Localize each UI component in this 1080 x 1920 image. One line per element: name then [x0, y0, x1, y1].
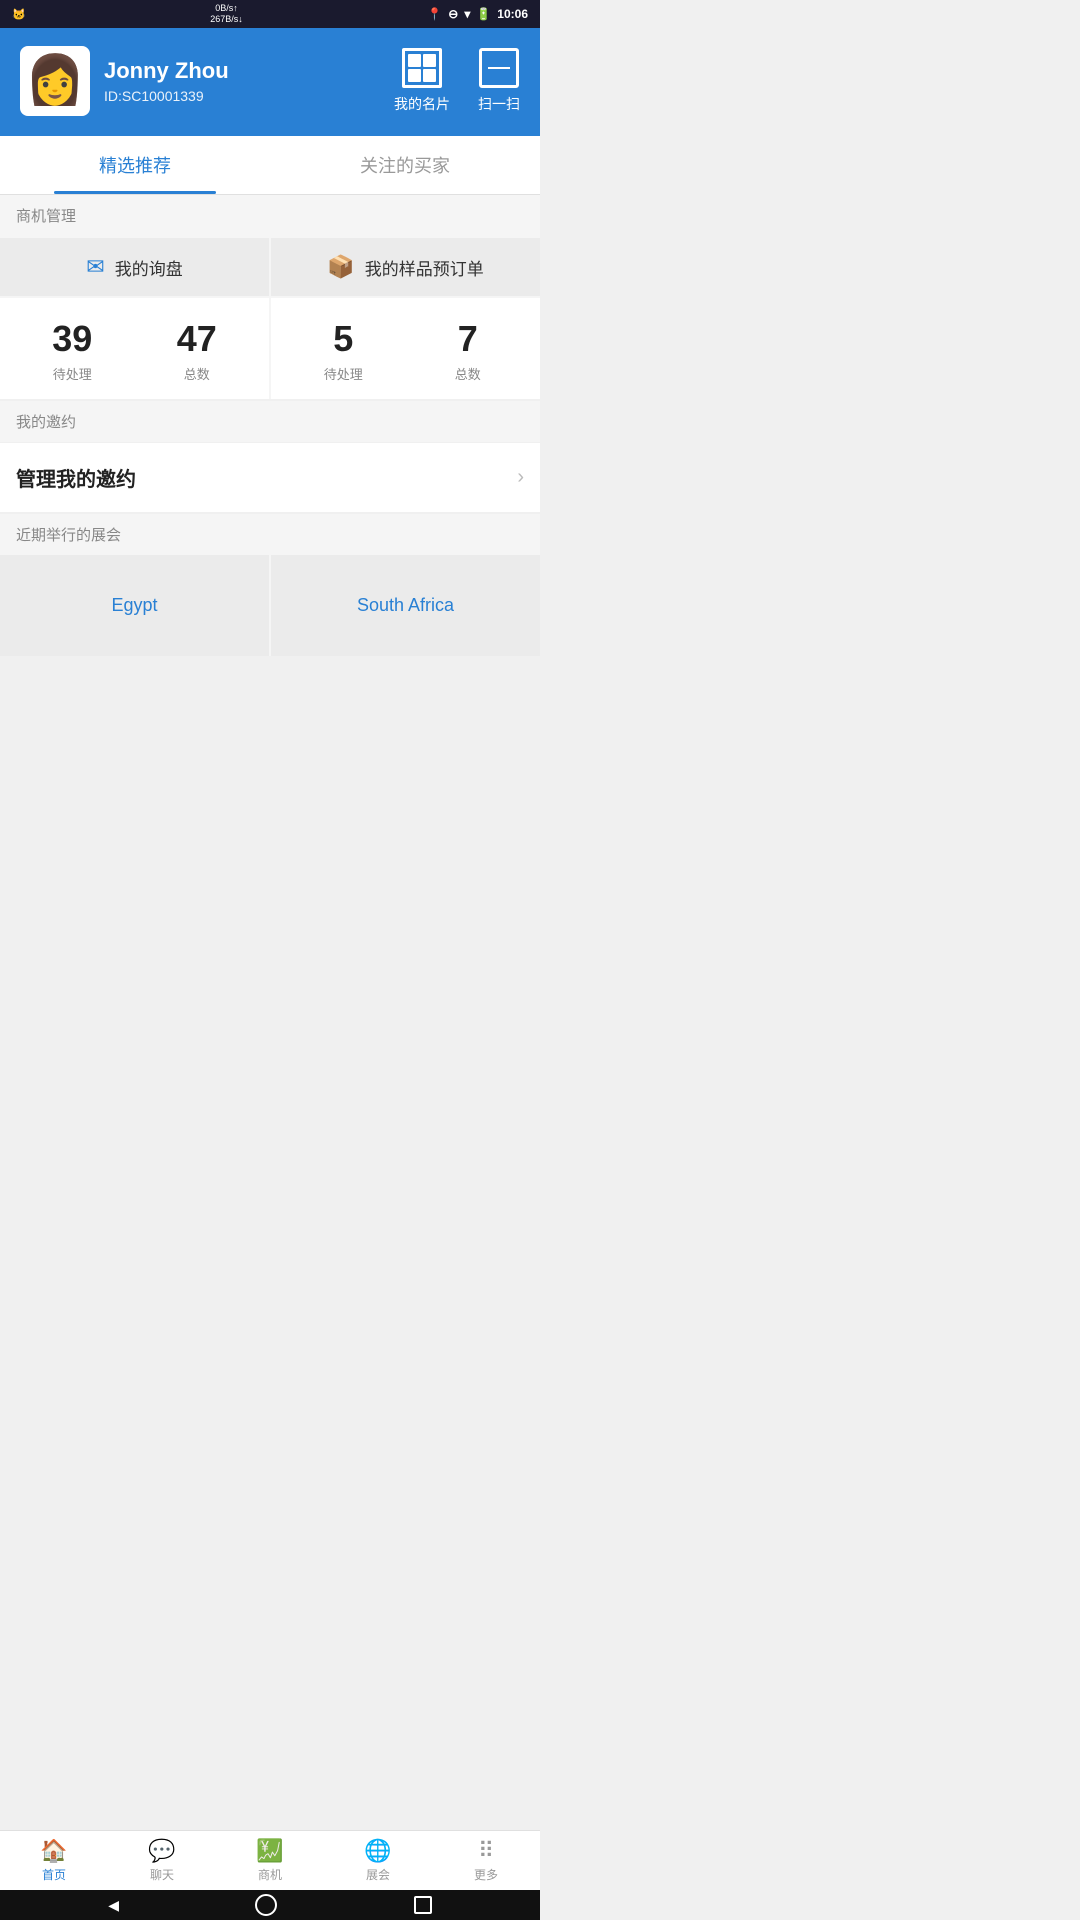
qr-code-icon	[402, 48, 442, 88]
inquiry-pending-label: 待处理	[10, 364, 135, 383]
wifi-icon: ▾	[464, 7, 470, 21]
inquiry-pending-number: 39	[10, 318, 135, 360]
sample-card[interactable]: 📦 我的样品预订单	[271, 238, 540, 296]
sample-icon: 📦	[327, 254, 354, 280]
manage-invitation-label: 管理我的邀约	[16, 463, 136, 492]
nav-exhibition[interactable]: 🌐 展会	[324, 1831, 432, 1890]
time: 10:06	[497, 7, 528, 21]
inquiry-label: 我的询盘	[115, 255, 183, 280]
user-name: Jonny Zhou	[104, 58, 229, 84]
network-speed: 0B/s↑267B/s↓	[210, 3, 243, 25]
inquiry-pending-stat: 39 待处理	[10, 318, 135, 383]
header: 👩 Jonny Zhou ID:SC10001339 我的名片 扫一扫	[0, 28, 540, 136]
invitation-section: 我的邀约 管理我的邀约 ›	[0, 401, 540, 512]
avatar[interactable]: 👩	[20, 46, 90, 116]
more-icon: ⠿	[478, 1838, 494, 1864]
business-row: ✉ 我的询盘 📦 我的样品预订单	[0, 236, 540, 298]
stats-row: 39 待处理 47 总数 5 待处理 7 总数	[0, 298, 540, 399]
chat-icon: 💬	[148, 1838, 175, 1864]
user-info: Jonny Zhou ID:SC10001339	[104, 58, 229, 104]
exhibition-egypt[interactable]: Egypt	[0, 555, 269, 656]
nav-chat[interactable]: 💬 聊天	[108, 1831, 216, 1890]
signal-icon: ⊖	[448, 7, 458, 21]
scan-icon	[479, 48, 519, 88]
sample-total-number: 7	[406, 318, 531, 360]
nav-more-label: 更多	[474, 1866, 498, 1883]
recents-button[interactable]	[414, 1896, 432, 1914]
system-bar: ◀	[0, 1890, 540, 1920]
sample-stats: 5 待处理 7 总数	[271, 298, 540, 399]
tab-featured[interactable]: 精选推荐	[0, 136, 270, 194]
inquiry-stats: 39 待处理 47 总数	[0, 298, 269, 399]
nav-home[interactable]: 🏠 首页	[0, 1831, 108, 1890]
status-icons: 📍 ⊖ ▾ 🔋 10:06	[427, 7, 528, 21]
my-card-label: 我的名片	[394, 94, 450, 114]
inquiry-total-stat: 47 总数	[135, 318, 260, 383]
nav-chat-label: 聊天	[150, 1866, 174, 1883]
status-bar: 🐱 0B/s↑267B/s↓ 📍 ⊖ ▾ 🔋 10:06	[0, 0, 540, 28]
header-actions: 我的名片 扫一扫	[394, 48, 520, 114]
inquiry-total-number: 47	[135, 318, 260, 360]
nav-more[interactable]: ⠿ 更多	[432, 1831, 540, 1890]
app-icon: 🐱	[12, 8, 26, 21]
nav-home-label: 首页	[42, 1866, 66, 1883]
business-section-label: 商机管理	[0, 195, 540, 236]
inquiry-total-label: 总数	[135, 364, 260, 383]
exhibitions-section-label: 近期举行的展会	[0, 514, 540, 555]
battery-icon: 🔋	[476, 7, 491, 21]
home-icon: 🏠	[40, 1838, 67, 1864]
scan-button[interactable]: 扫一扫	[478, 48, 520, 114]
my-card-button[interactable]: 我的名片	[394, 48, 450, 114]
sample-label: 我的样品预订单	[365, 255, 484, 280]
home-button[interactable]	[255, 1894, 277, 1916]
sample-total-stat: 7 总数	[406, 318, 531, 383]
exhibition-egypt-name: Egypt	[111, 595, 157, 615]
tab-following[interactable]: 关注的买家	[270, 136, 540, 194]
business-icon: 💹	[256, 1838, 283, 1864]
sample-pending-label: 待处理	[281, 364, 406, 383]
sample-pending-number: 5	[281, 318, 406, 360]
main-content: 商机管理 ✉ 我的询盘 📦 我的样品预订单 39 待处理 47 总数 5	[0, 195, 540, 746]
user-id: ID:SC10001339	[104, 88, 229, 104]
nav-exhibition-label: 展会	[366, 1866, 390, 1883]
back-button[interactable]: ◀	[108, 1897, 119, 1914]
nav-business[interactable]: 💹 商机	[216, 1831, 324, 1890]
invitation-section-label: 我的邀约	[0, 401, 540, 442]
exhibitions-row: Egypt South Africa	[0, 555, 540, 656]
scan-label: 扫一扫	[478, 94, 520, 114]
tabs: 精选推荐 关注的买家	[0, 136, 540, 195]
location-icon: 📍	[427, 7, 442, 21]
exhibition-south-africa[interactable]: South Africa	[271, 555, 540, 656]
sample-total-label: 总数	[406, 364, 531, 383]
bottom-nav: 🏠 首页 💬 聊天 💹 商机 🌐 展会 ⠿ 更多	[0, 1830, 540, 1890]
inquiry-card[interactable]: ✉ 我的询盘	[0, 238, 269, 296]
chevron-right-icon: ›	[517, 466, 524, 489]
exhibition-south-africa-name: South Africa	[357, 595, 454, 615]
nav-business-label: 商机	[258, 1866, 282, 1883]
sample-pending-stat: 5 待处理	[281, 318, 406, 383]
manage-invitation-button[interactable]: 管理我的邀约 ›	[0, 442, 540, 512]
inquiry-icon: ✉	[86, 254, 104, 280]
exhibition-icon: 🌐	[364, 1838, 391, 1864]
